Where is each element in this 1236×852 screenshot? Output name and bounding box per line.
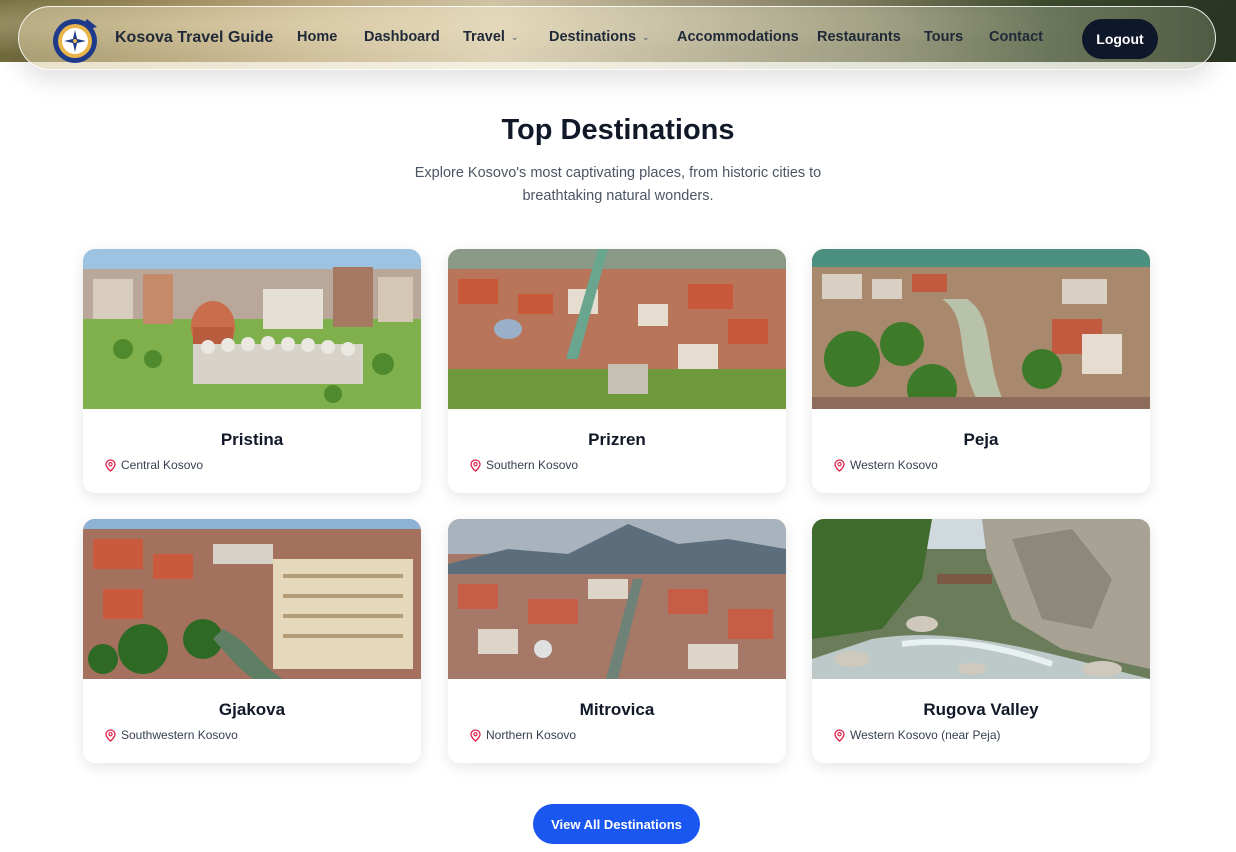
destination-region: Northern Kosovo — [486, 728, 577, 742]
nav-travel[interactable]: Travel ⌄ — [463, 29, 518, 45]
nav-restaurants[interactable]: Restaurants — [817, 29, 901, 45]
map-pin-icon — [105, 458, 116, 472]
destination-card-pristina[interactable]: Pristina Central Kosovo — [83, 249, 421, 493]
destination-region: Southern Kosovo — [486, 458, 579, 472]
destination-region: Western Kosovo — [850, 458, 938, 472]
destination-region: Central Kosovo — [121, 458, 204, 472]
destination-location: Western Kosovo (near Peja) — [834, 728, 1001, 742]
destination-location: Northern Kosovo — [470, 728, 576, 742]
destination-name: Prizren — [588, 430, 646, 449]
nav-home-label: Home — [297, 29, 338, 45]
destination-photo — [448, 519, 786, 679]
section-title: Top Destinations — [501, 114, 735, 146]
section-subtitle: Explore Kosovo's most captivating places… — [414, 165, 822, 204]
map-pin-icon — [834, 458, 845, 472]
destination-photo — [448, 249, 786, 409]
navbar: Kosova Travel Guide Home Dashboard Trave… — [18, 6, 1216, 70]
logout-button[interactable]: Logout — [1082, 19, 1158, 59]
compass-logo-icon[interactable] — [51, 13, 103, 65]
destination-location: Central Kosovo — [105, 458, 203, 472]
destination-card-prizren[interactable]: Prizren Southern Kosovo — [448, 249, 786, 493]
destination-name: Pristina — [220, 430, 284, 449]
destination-name: Peja — [963, 430, 999, 449]
map-pin-icon — [834, 728, 845, 742]
destination-region: Western Kosovo (near Peja) — [850, 728, 1001, 742]
nav-tours-label: Tours — [924, 29, 964, 45]
nav-travel-label: Travel — [463, 29, 505, 45]
chevron-down-icon: ⌄ — [642, 31, 650, 42]
nav-dashboard[interactable]: Dashboard — [364, 29, 440, 45]
nav-accommodations-label: Accommodations — [677, 29, 799, 45]
destination-region: Southwestern Kosovo — [121, 728, 238, 742]
nav-contact[interactable]: Contact — [989, 29, 1043, 45]
nav-destinations[interactable]: Destinations ⌄ — [549, 29, 650, 45]
destination-location: Southwestern Kosovo — [105, 728, 238, 742]
view-all-destinations-button[interactable]: View All Destinations — [533, 804, 700, 844]
destination-location: Western Kosovo — [834, 458, 938, 472]
brand-name[interactable]: Kosova Travel Guide — [115, 29, 273, 47]
destination-photo — [812, 249, 1150, 409]
destination-photo — [812, 519, 1150, 679]
nav-contact-label: Contact — [989, 29, 1043, 45]
map-pin-icon — [470, 728, 481, 742]
destination-location: Southern Kosovo — [470, 458, 578, 472]
destination-photo — [83, 519, 421, 679]
map-pin-icon — [470, 458, 481, 472]
destination-name: Rugova Valley — [923, 700, 1039, 719]
nav-tours[interactable]: Tours — [924, 29, 963, 45]
nav-accommodations[interactable]: Accommodations — [677, 29, 799, 45]
destination-card-peja[interactable]: Peja Western Kosovo — [812, 249, 1150, 493]
destination-photo — [83, 249, 421, 409]
destination-name: Mitrovica — [579, 700, 655, 719]
nav-destinations-label: Destinations — [549, 29, 637, 45]
destination-card-gjakova[interactable]: Gjakova Southwestern Kosovo — [83, 519, 421, 763]
map-pin-icon — [105, 728, 116, 742]
destination-card-rugova-valley[interactable]: Rugova Valley Western Kosovo (near Peja) — [812, 519, 1150, 763]
nav-restaurants-label: Restaurants — [817, 29, 901, 45]
destination-name: Gjakova — [218, 700, 286, 719]
nav-dashboard-label: Dashboard — [364, 29, 440, 45]
destination-card-mitrovica[interactable]: Mitrovica Northern Kosovo — [448, 519, 786, 763]
nav-home[interactable]: Home — [297, 29, 337, 45]
chevron-down-icon: ⌄ — [510, 31, 519, 42]
